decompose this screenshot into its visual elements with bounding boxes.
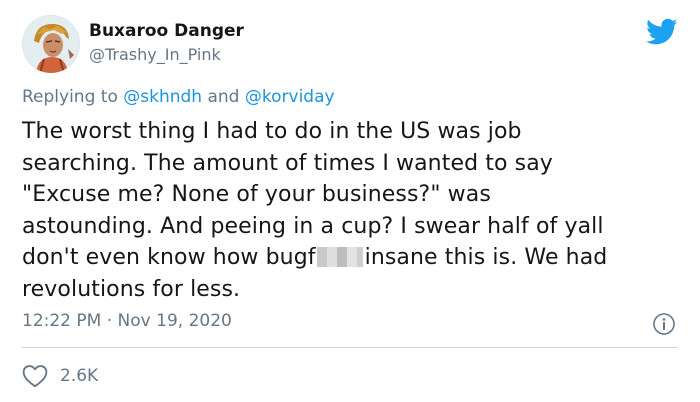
tweet-date: Nov 19, 2020 — [117, 311, 232, 331]
tweet-text-line: searching. The amount of times I wanted … — [22, 150, 553, 176]
tweet-text-segment: don't even know how bugf — [22, 245, 316, 270]
like-count: 2.6K — [60, 366, 99, 386]
heart-icon — [22, 365, 48, 388]
tweet-text-line: "Excuse me? None of your business?" was — [22, 182, 491, 207]
tweet-text-line: don't even know how bugf insane this is. … — [22, 242, 682, 274]
censor-blur — [316, 247, 363, 267]
tweet-text: The worst thing I had to do in the US wa… — [22, 116, 682, 305]
tweet-card: Buxaroo Danger @Trashy_In_Pink Replying … — [0, 0, 700, 402]
tweet-time: 12:22 PM — [22, 311, 102, 331]
info-icon[interactable] — [652, 312, 676, 336]
tweet-timestamp[interactable]: 12:22 PM · Nov 19, 2020 — [22, 311, 232, 331]
author-name[interactable]: Buxaroo Danger — [89, 21, 244, 41]
like-button[interactable]: 2.6K — [22, 363, 98, 389]
author-handle[interactable]: @Trashy_In_Pink — [89, 45, 221, 64]
reply-joiner: and — [207, 87, 240, 107]
avatar[interactable] — [22, 15, 80, 73]
timestamp-separator: · — [106, 311, 113, 331]
tweet-text-line: The worst thing I had to do in the US wa… — [22, 119, 522, 144]
mention-link-1[interactable]: @skhndh — [123, 87, 202, 107]
divider — [22, 347, 678, 348]
reply-prefix: Replying to — [22, 87, 118, 107]
mention-link-2[interactable]: @korviday — [245, 87, 335, 107]
tweet-text-line: revolutions for less. — [22, 276, 241, 302]
avatar-illustration — [22, 15, 80, 73]
reply-context: Replying to @skhndh and @korviday — [22, 87, 335, 107]
twitter-bird-icon[interactable] — [646, 18, 678, 46]
tweet-text-segment: insane this is. We had — [364, 245, 608, 270]
tweet-text-line: astounding. And peeing in a cup? I swear… — [22, 213, 604, 239]
